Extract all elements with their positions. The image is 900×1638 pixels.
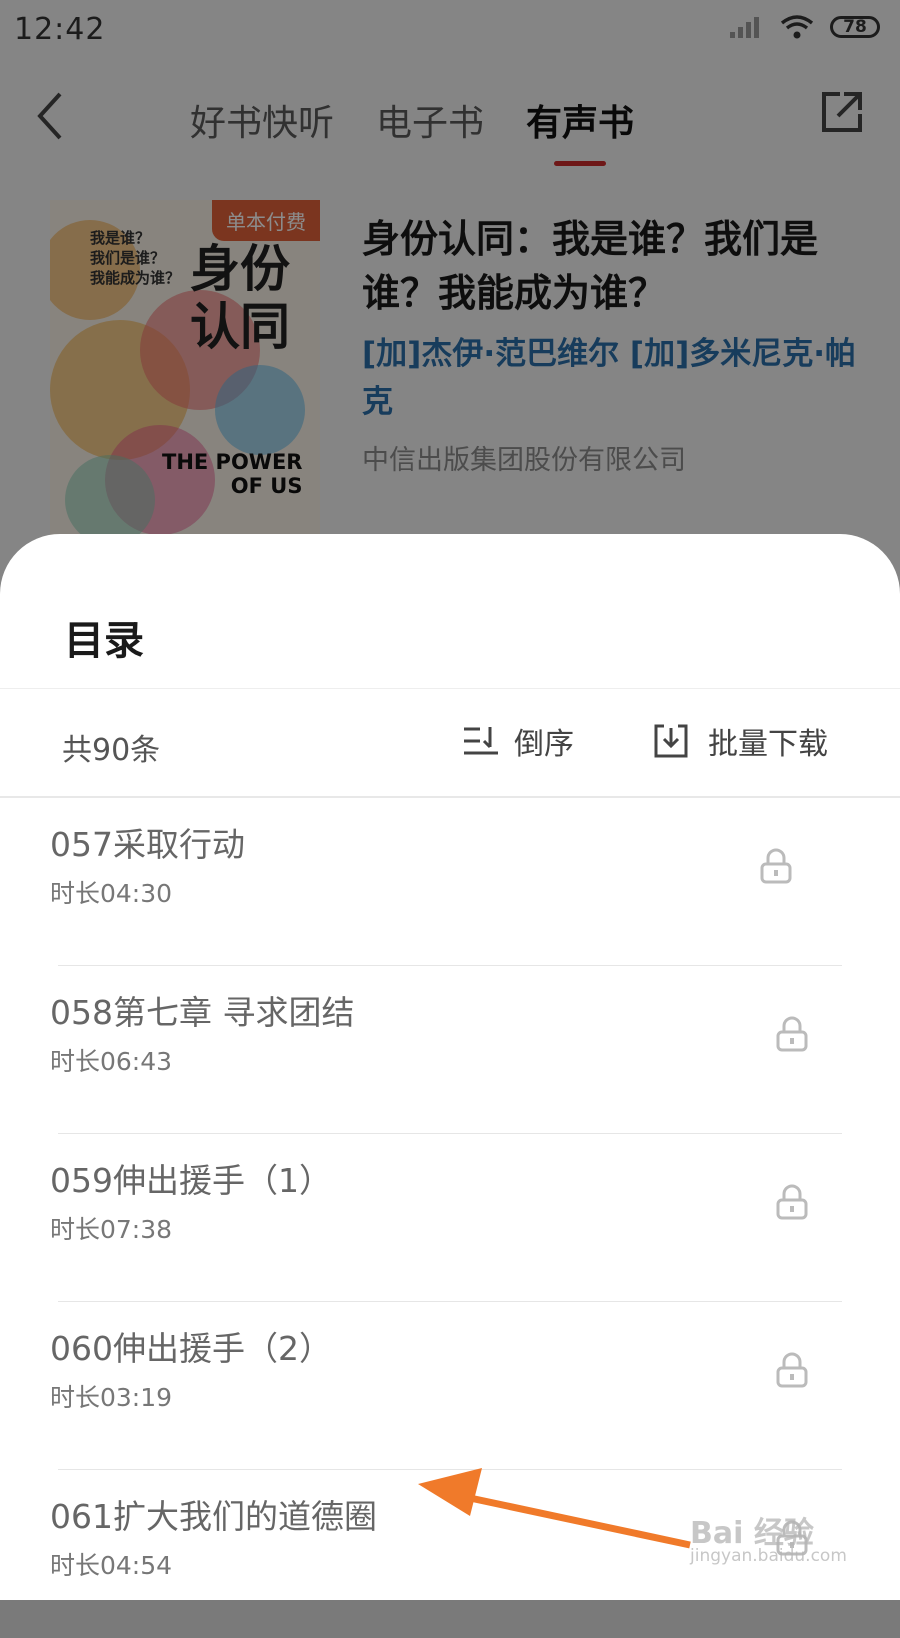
lock-icon [776,1184,808,1220]
episode-title: 058第七章 寻求团结 [50,993,355,1032]
episode-title: 057采取行动 [50,825,245,864]
catalog-sheet: 目录 共90条 倒序 批量下载 057采取行动 时长04:30 058第七章 寻… [0,534,900,1600]
lock-icon [776,1352,808,1388]
episode-title: 061扩大我们的道德圈 [50,1497,377,1536]
episode-duration: 时长07:38 [50,1215,173,1244]
reverse-order-button[interactable]: 倒序 [462,719,574,763]
list-item[interactable]: 057采取行动 时长04:30 [0,798,900,966]
watermark-url: jingyan.baidu.com [690,1546,847,1566]
batch-download-label: 批量下载 [708,727,828,762]
lock-icon [776,1016,808,1052]
download-icon [654,724,688,758]
episode-duration: 时长03:19 [50,1383,173,1412]
list-item[interactable]: 059伸出援手（1） 时长07:38 [0,1134,900,1302]
lock-icon [760,848,792,884]
episode-count: 共90条 [62,733,161,768]
catalog-title: 目录 [64,618,144,664]
episode-duration: 时长04:30 [50,879,173,908]
batch-download-button[interactable]: 批量下载 [652,719,828,763]
catalog-toolbar: 共90条 倒序 批量下载 [0,688,900,798]
list-item[interactable]: 058第七章 寻求团结 时长06:43 [0,966,900,1134]
sort-icon [464,727,498,755]
reverse-order-label: 倒序 [514,727,574,762]
episode-duration: 时长06:43 [50,1047,173,1076]
episode-title: 060伸出援手（2） [50,1329,332,1368]
list-item[interactable]: 060伸出援手（2） 时长03:19 [0,1302,900,1470]
episode-title: 059伸出援手（1） [50,1161,332,1200]
episode-duration: 时长04:54 [50,1551,173,1580]
